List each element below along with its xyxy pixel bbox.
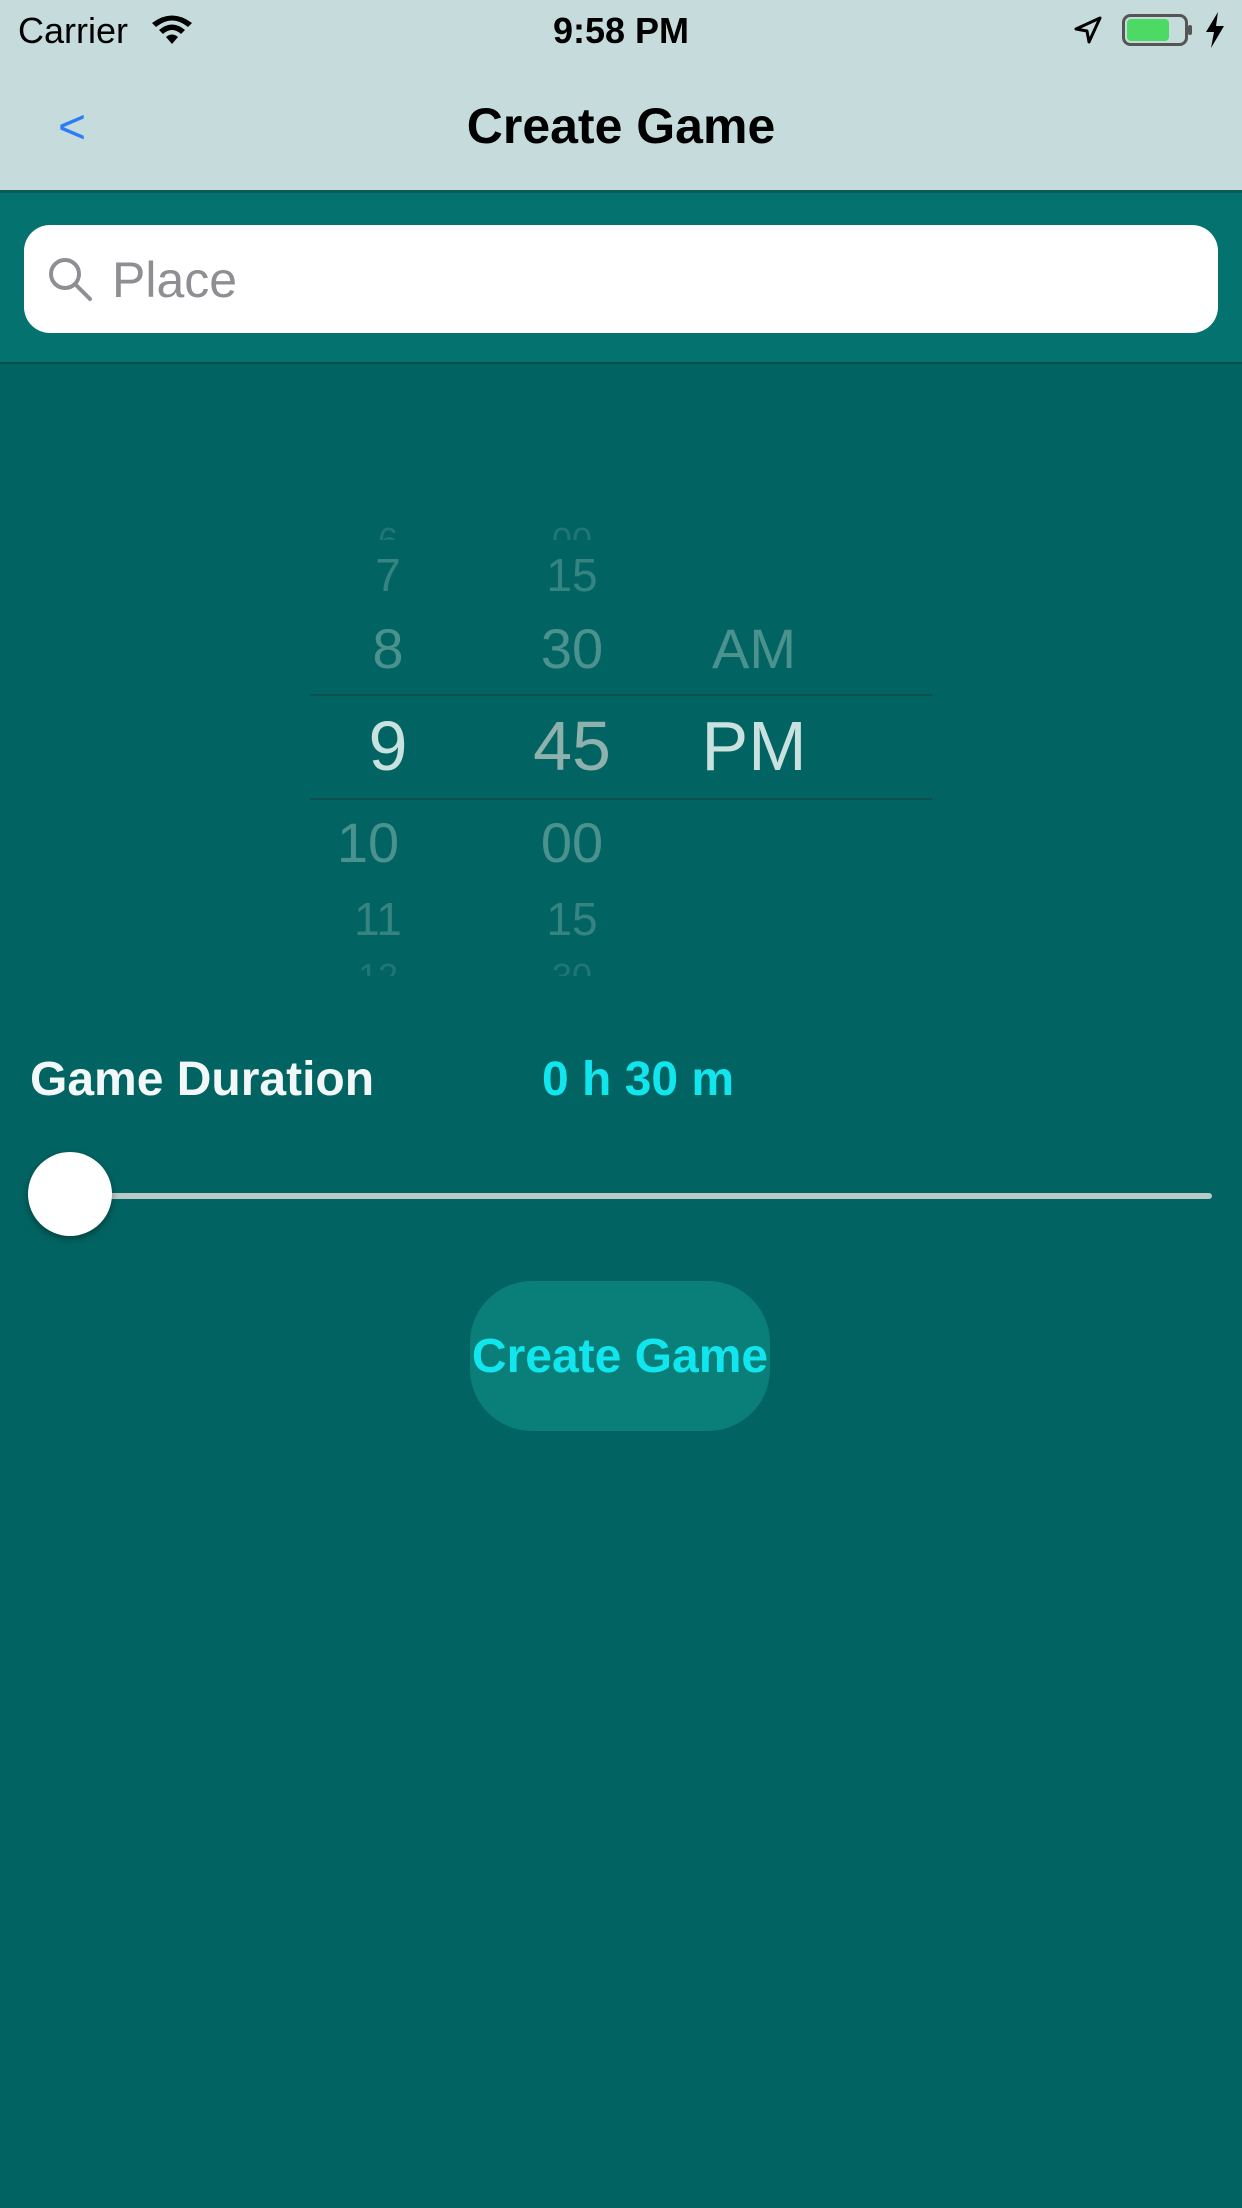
picker-minute-item[interactable]: 00 — [482, 520, 662, 540]
battery-icon — [1122, 14, 1192, 46]
page-title: Create Game — [466, 98, 776, 154]
picker-hour-item[interactable]: 7 — [298, 548, 478, 602]
location-arrow-icon — [1074, 16, 1102, 44]
picker-minute-item[interactable]: 30 — [482, 616, 662, 681]
picker-period-item[interactable]: AM — [664, 616, 844, 681]
picker-hour-item[interactable]: 10 — [278, 810, 458, 875]
status-time: 9:58 PM — [552, 10, 690, 51]
charging-bolt-icon — [1206, 12, 1224, 48]
place-search-input[interactable] — [110, 241, 1194, 319]
picker-minute-item[interactable]: 15 — [482, 892, 662, 946]
picker-period-selected[interactable]: PM — [664, 706, 844, 786]
picker-hour-item[interactable]: 6 — [298, 520, 478, 540]
hour-column[interactable]: 6 7 8 9 10 11 12 — [310, 520, 490, 976]
picker-hour-item[interactable]: 11 — [288, 892, 468, 946]
create-game-button[interactable]: Create Game — [470, 1281, 770, 1431]
search-icon — [49, 258, 92, 301]
search-bar-container — [0, 193, 1242, 364]
duration-slider[interactable] — [28, 1150, 1212, 1240]
game-duration-value: 0 h 30 m — [542, 1053, 735, 1106]
time-picker[interactable]: 6 7 8 9 10 11 12 00 15 30 45 00 15 30 AM… — [310, 520, 932, 976]
picker-minute-selected[interactable]: 45 — [482, 706, 662, 786]
search-field[interactable] — [24, 225, 1218, 333]
picker-minute-item[interactable]: 30 — [482, 956, 662, 976]
navigation-bar: Carrier 9:58 PM < Create Game — [0, 0, 1242, 193]
picker-hour-item[interactable]: 8 — [298, 616, 478, 681]
picker-hour-selected[interactable]: 9 — [298, 706, 478, 786]
slider-thumb[interactable] — [28, 1152, 112, 1236]
minute-column[interactable]: 00 15 30 45 00 15 30 — [482, 520, 662, 976]
game-duration-label: Game Duration — [30, 1053, 375, 1106]
slider-track — [28, 1193, 1212, 1199]
picker-minute-item[interactable]: 00 — [482, 810, 662, 875]
picker-hour-item[interactable]: 12 — [288, 956, 468, 976]
ampm-column[interactable]: AM PM — [666, 520, 846, 976]
picker-minute-item[interactable]: 15 — [482, 548, 662, 602]
